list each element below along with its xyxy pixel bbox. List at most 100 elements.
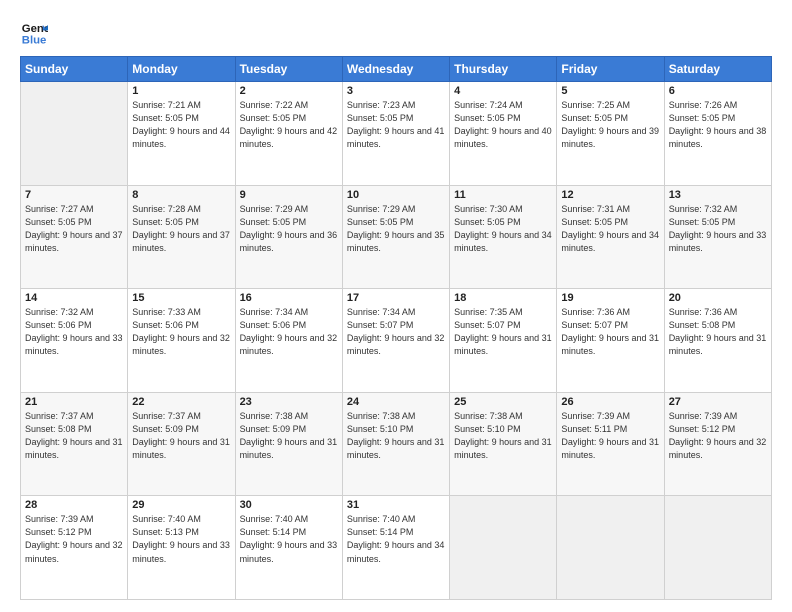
calendar-day-cell: 23 Sunrise: 7:38 AMSunset: 5:09 PMDayligh… — [235, 392, 342, 496]
weekday-header-cell: Thursday — [450, 57, 557, 82]
day-number: 18 — [454, 292, 552, 304]
calendar-table: SundayMondayTuesdayWednesdayThursdayFrid… — [20, 56, 772, 600]
day-info: Sunrise: 7:38 AMSunset: 5:10 PMDaylight:… — [347, 410, 445, 462]
day-info: Sunrise: 7:32 AMSunset: 5:06 PMDaylight:… — [25, 306, 123, 358]
page: General Blue SundayMondayTuesdayWednesda… — [0, 0, 792, 612]
calendar-day-cell: 18 Sunrise: 7:35 AMSunset: 5:07 PMDayligh… — [450, 289, 557, 393]
calendar-day-cell: 2 Sunrise: 7:22 AMSunset: 5:05 PMDaylight… — [235, 82, 342, 186]
day-number: 19 — [561, 292, 659, 304]
day-number: 22 — [132, 396, 230, 408]
calendar-day-cell: 12 Sunrise: 7:31 AMSunset: 5:05 PMDayligh… — [557, 185, 664, 289]
day-number: 11 — [454, 189, 552, 201]
calendar-day-cell: 20 Sunrise: 7:36 AMSunset: 5:08 PMDayligh… — [664, 289, 771, 393]
day-info: Sunrise: 7:39 AMSunset: 5:12 PMDaylight:… — [669, 410, 767, 462]
day-number: 24 — [347, 396, 445, 408]
weekday-header-cell: Saturday — [664, 57, 771, 82]
day-info: Sunrise: 7:38 AMSunset: 5:09 PMDaylight:… — [240, 410, 338, 462]
day-number: 20 — [669, 292, 767, 304]
calendar-day-cell — [450, 496, 557, 600]
day-info: Sunrise: 7:28 AMSunset: 5:05 PMDaylight:… — [132, 203, 230, 255]
calendar-week-row: 7Sunrise: 7:27 AMSunset: 5:05 PMDaylight… — [21, 185, 772, 289]
day-number: 29 — [132, 499, 230, 511]
day-info: Sunrise: 7:22 AMSunset: 5:05 PMDaylight:… — [240, 99, 338, 151]
calendar-day-cell: 5 Sunrise: 7:25 AMSunset: 5:05 PMDaylight… — [557, 82, 664, 186]
day-info: Sunrise: 7:24 AMSunset: 5:05 PMDaylight:… — [454, 99, 552, 151]
day-number: 26 — [561, 396, 659, 408]
calendar-day-cell: 11 Sunrise: 7:30 AMSunset: 5:05 PMDayligh… — [450, 185, 557, 289]
day-info: Sunrise: 7:25 AMSunset: 5:05 PMDaylight:… — [561, 99, 659, 151]
day-info: Sunrise: 7:37 AMSunset: 5:08 PMDaylight:… — [25, 410, 123, 462]
calendar-day-cell: 6Sunrise: 7:26 AMSunset: 5:05 PMDaylight… — [664, 82, 771, 186]
calendar-day-cell: 31Sunrise: 7:40 AMSunset: 5:14 PMDayligh… — [342, 496, 449, 600]
day-number: 17 — [347, 292, 445, 304]
calendar-week-row: 21 Sunrise: 7:37 AMSunset: 5:08 PMDayligh… — [21, 392, 772, 496]
calendar-day-cell: 29 Sunrise: 7:40 AMSunset: 5:13 PMDayligh… — [128, 496, 235, 600]
calendar-day-cell: 26 Sunrise: 7:39 AMSunset: 5:11 PMDayligh… — [557, 392, 664, 496]
day-info: Sunrise: 7:23 AMSunset: 5:05 PMDaylight:… — [347, 99, 445, 151]
day-number: 23 — [240, 396, 338, 408]
calendar-day-cell: 17 Sunrise: 7:34 AMSunset: 5:07 PMDayligh… — [342, 289, 449, 393]
calendar-day-cell: 27 Sunrise: 7:39 AMSunset: 5:12 PMDayligh… — [664, 392, 771, 496]
day-number: 21 — [25, 396, 123, 408]
weekday-header-cell: Sunday — [21, 57, 128, 82]
day-info: Sunrise: 7:26 AMSunset: 5:05 PMDaylight:… — [669, 99, 767, 151]
day-info: Sunrise: 7:33 AMSunset: 5:06 PMDaylight:… — [132, 306, 230, 358]
day-info: Sunrise: 7:31 AMSunset: 5:05 PMDaylight:… — [561, 203, 659, 255]
calendar-week-row: 28Sunrise: 7:39 AMSunset: 5:12 PMDayligh… — [21, 496, 772, 600]
day-info: Sunrise: 7:30 AMSunset: 5:05 PMDaylight:… — [454, 203, 552, 255]
weekday-header-cell: Monday — [128, 57, 235, 82]
day-info: Sunrise: 7:35 AMSunset: 5:07 PMDaylight:… — [454, 306, 552, 358]
day-number: 5 — [561, 85, 659, 97]
calendar-body: 1Sunrise: 7:21 AMSunset: 5:05 PMDaylight… — [21, 82, 772, 600]
day-number: 16 — [240, 292, 338, 304]
calendar-day-cell: 28Sunrise: 7:39 AMSunset: 5:12 PMDayligh… — [21, 496, 128, 600]
day-info: Sunrise: 7:29 AMSunset: 5:05 PMDaylight:… — [240, 203, 338, 255]
svg-text:Blue: Blue — [22, 34, 47, 46]
calendar-day-cell — [664, 496, 771, 600]
header: General Blue — [20, 18, 772, 46]
weekday-header-cell: Friday — [557, 57, 664, 82]
day-number: 13 — [669, 189, 767, 201]
day-info: Sunrise: 7:29 AMSunset: 5:05 PMDaylight:… — [347, 203, 445, 255]
calendar-week-row: 1Sunrise: 7:21 AMSunset: 5:05 PMDaylight… — [21, 82, 772, 186]
day-number: 15 — [132, 292, 230, 304]
day-number: 31 — [347, 499, 445, 511]
day-number: 7 — [25, 189, 123, 201]
day-info: Sunrise: 7:34 AMSunset: 5:06 PMDaylight:… — [240, 306, 338, 358]
day-number: 28 — [25, 499, 123, 511]
calendar-day-cell: 3Sunrise: 7:23 AMSunset: 5:05 PMDaylight… — [342, 82, 449, 186]
day-info: Sunrise: 7:34 AMSunset: 5:07 PMDaylight:… — [347, 306, 445, 358]
calendar-day-cell: 9Sunrise: 7:29 AMSunset: 5:05 PMDaylight… — [235, 185, 342, 289]
calendar-day-cell: 14Sunrise: 7:32 AMSunset: 5:06 PMDayligh… — [21, 289, 128, 393]
calendar-day-cell: 15 Sunrise: 7:33 AMSunset: 5:06 PMDayligh… — [128, 289, 235, 393]
calendar-week-row: 14Sunrise: 7:32 AMSunset: 5:06 PMDayligh… — [21, 289, 772, 393]
day-number: 10 — [347, 189, 445, 201]
calendar-day-cell: 8 Sunrise: 7:28 AMSunset: 5:05 PMDaylight… — [128, 185, 235, 289]
day-info: Sunrise: 7:36 AMSunset: 5:07 PMDaylight:… — [561, 306, 659, 358]
day-number: 25 — [454, 396, 552, 408]
calendar-day-cell: 1Sunrise: 7:21 AMSunset: 5:05 PMDaylight… — [128, 82, 235, 186]
day-number: 30 — [240, 499, 338, 511]
day-info: Sunrise: 7:39 AMSunset: 5:11 PMDaylight:… — [561, 410, 659, 462]
day-info: Sunrise: 7:37 AMSunset: 5:09 PMDaylight:… — [132, 410, 230, 462]
day-info: Sunrise: 7:36 AMSunset: 5:08 PMDaylight:… — [669, 306, 767, 358]
day-info: Sunrise: 7:21 AMSunset: 5:05 PMDaylight:… — [132, 99, 230, 151]
day-info: Sunrise: 7:40 AMSunset: 5:14 PMDaylight:… — [240, 513, 338, 565]
day-number: 8 — [132, 189, 230, 201]
calendar-day-cell: 10 Sunrise: 7:29 AMSunset: 5:05 PMDayligh… — [342, 185, 449, 289]
day-number: 27 — [669, 396, 767, 408]
calendar-day-cell: 25 Sunrise: 7:38 AMSunset: 5:10 PMDayligh… — [450, 392, 557, 496]
day-number: 12 — [561, 189, 659, 201]
calendar-day-cell: 22 Sunrise: 7:37 AMSunset: 5:09 PMDayligh… — [128, 392, 235, 496]
day-info: Sunrise: 7:38 AMSunset: 5:10 PMDaylight:… — [454, 410, 552, 462]
weekday-header-cell: Wednesday — [342, 57, 449, 82]
calendar-day-cell: 13Sunrise: 7:32 AMSunset: 5:05 PMDayligh… — [664, 185, 771, 289]
calendar-day-cell — [557, 496, 664, 600]
calendar-day-cell: 16 Sunrise: 7:34 AMSunset: 5:06 PMDayligh… — [235, 289, 342, 393]
calendar-day-cell: 24 Sunrise: 7:38 AMSunset: 5:10 PMDayligh… — [342, 392, 449, 496]
day-number: 2 — [240, 85, 338, 97]
weekday-header-cell: Tuesday — [235, 57, 342, 82]
calendar-day-cell — [21, 82, 128, 186]
day-info: Sunrise: 7:40 AMSunset: 5:13 PMDaylight:… — [132, 513, 230, 565]
calendar-day-cell: 30 Sunrise: 7:40 AMSunset: 5:14 PMDayligh… — [235, 496, 342, 600]
